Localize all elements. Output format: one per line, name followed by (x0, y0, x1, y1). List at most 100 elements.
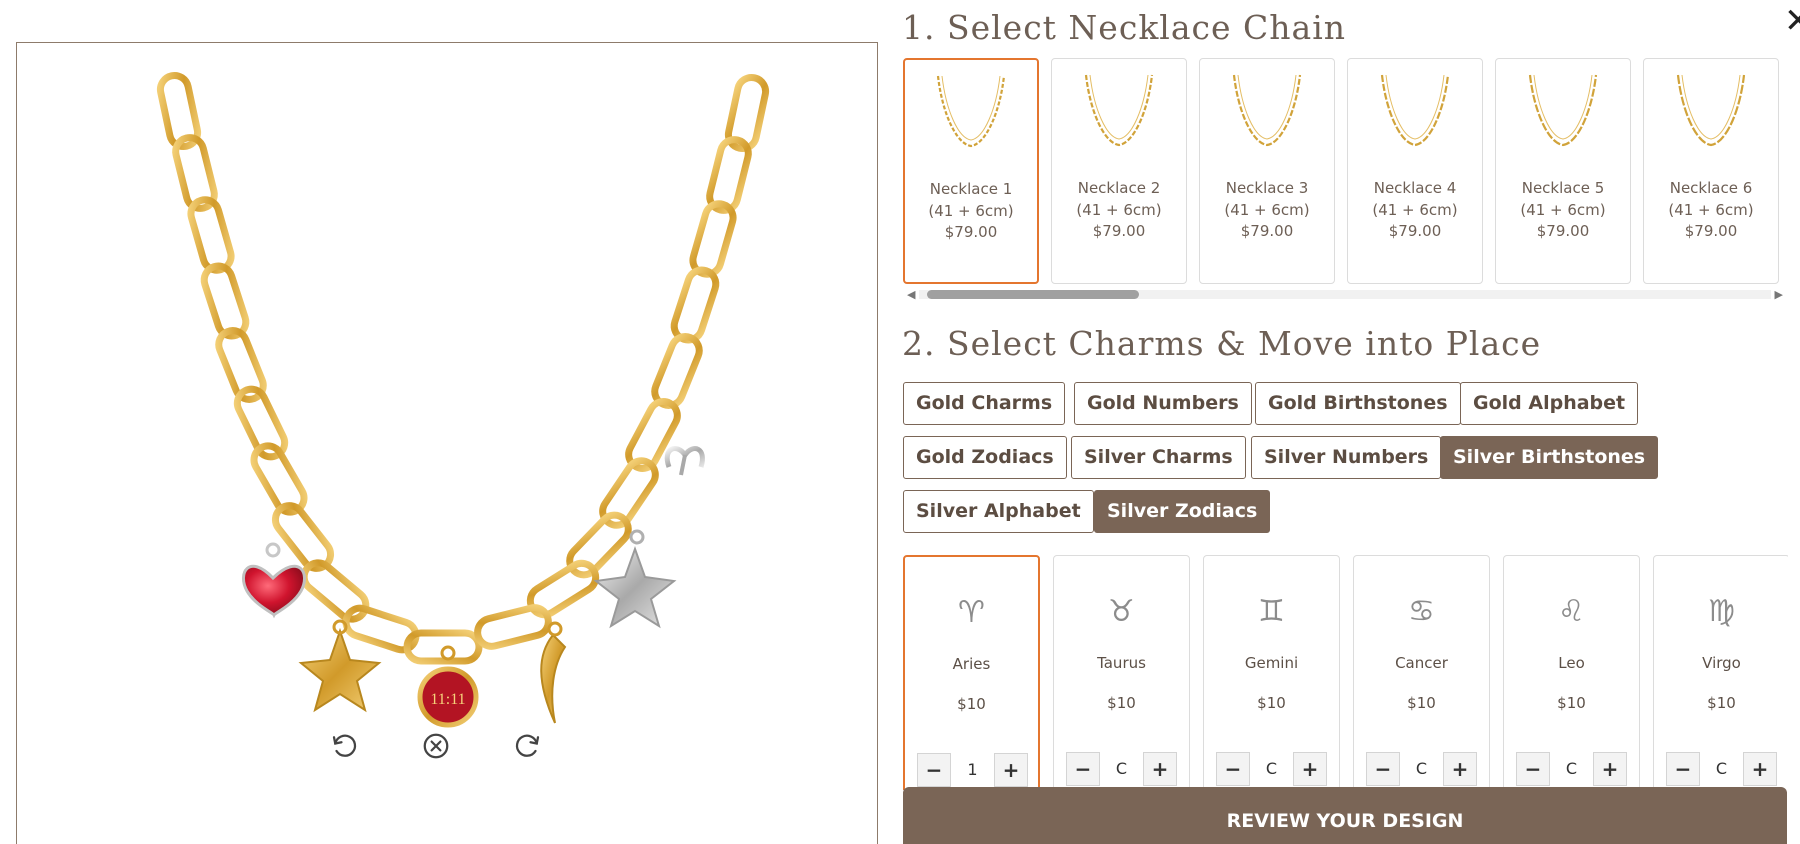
preview-toolbar (17, 729, 877, 769)
chain-name: Necklace 4 (41 + 6cm) (1372, 179, 1458, 219)
decrease-quantity-button[interactable]: − (1366, 752, 1400, 786)
charm-name: Aries (952, 655, 991, 673)
chain-price: $79.00 (1240, 222, 1294, 240)
charm-price: $10 (1407, 694, 1436, 712)
charm-price: $10 (1257, 694, 1286, 712)
category-tab-gold-alphabet[interactable]: Gold Alphabet (1460, 382, 1639, 425)
quantity-stepper: − C + (1516, 752, 1627, 788)
decrease-quantity-button[interactable]: − (1216, 752, 1250, 786)
decrease-quantity-button[interactable]: − (917, 753, 951, 787)
quantity-stepper: − 1 + (917, 753, 1028, 789)
gold-horn-charm[interactable] (540, 621, 567, 724)
chain-name: Necklace 3 (41 + 6cm) (1224, 179, 1310, 219)
category-tab-gold-numbers[interactable]: Gold Numbers (1074, 382, 1252, 425)
chain-name: Necklace 2 (41 + 6cm) (1076, 179, 1162, 219)
chain-link (670, 266, 720, 344)
charm-price: $10 (1557, 694, 1586, 712)
charm-name: Cancer (1395, 654, 1448, 672)
review-design-button[interactable]: REVIEW YOUR DESIGN (903, 787, 1787, 844)
chain-link (689, 200, 737, 278)
decrease-quantity-button[interactable]: − (1666, 752, 1700, 786)
quantity-value[interactable]: 1 (951, 753, 994, 787)
chain-option-card[interactable]: Necklace 2 (41 + 6cm) $79.00 (1051, 58, 1187, 284)
charm-grid: ♈ Aries $10 − 1 + ♉ Taurus $10 − C + ♊ G… (903, 555, 1788, 790)
category-tab-gold-charms[interactable]: Gold Charms (903, 382, 1066, 425)
increase-quantity-button[interactable]: + (1143, 752, 1177, 786)
increase-quantity-button[interactable]: + (994, 753, 1028, 787)
charm-card-taurus[interactable]: ♉ Taurus $10 − C + (1053, 555, 1190, 790)
chain-option-card[interactable]: Necklace 4 (41 + 6cm) $79.00 (1347, 58, 1483, 284)
chain-link (474, 604, 552, 650)
chain-price: $79.00 (944, 223, 998, 241)
increase-quantity-button[interactable]: + (1743, 752, 1777, 786)
gemini-zodiac-icon: ♊ (1258, 594, 1285, 629)
category-tab-silver-charms[interactable]: Silver Charms (1071, 436, 1246, 479)
quantity-stepper: − C + (1666, 752, 1777, 788)
decrease-quantity-button[interactable]: − (1066, 752, 1100, 786)
quantity-value[interactable]: C (1250, 752, 1293, 786)
quantity-stepper: − C + (1366, 752, 1477, 788)
silver-aries-charm[interactable] (664, 446, 705, 476)
charm-card-cancer[interactable]: ♋ Cancer $10 − C + (1353, 555, 1490, 790)
charm-card-leo[interactable]: ♌ Leo $10 − C + (1503, 555, 1640, 790)
charm-card-aries[interactable]: ♈ Aries $10 − 1 + (903, 555, 1040, 790)
quantity-value[interactable]: C (1700, 752, 1743, 786)
chain-link (200, 262, 250, 340)
charm-price: $10 (1107, 694, 1136, 712)
redo-icon[interactable] (511, 729, 545, 763)
category-tab-silver-zodiacs[interactable]: Silver Zodiacs (1094, 490, 1271, 533)
chain-option-card[interactable]: Necklace 5 (41 + 6cm) $79.00 (1495, 58, 1631, 284)
aries-zodiac-icon: ♈ (958, 595, 985, 630)
chain-link (566, 511, 632, 579)
chain-thumbnail-icon (1528, 74, 1598, 147)
increase-quantity-button[interactable]: + (1443, 752, 1477, 786)
chain-option-card[interactable]: Necklace 1 (41 + 6cm) $79.00 (903, 58, 1039, 284)
charm-card-virgo[interactable]: ♍ Virgo $10 − C + (1653, 555, 1788, 790)
chain-price: $79.00 (1684, 222, 1738, 240)
chain-thumbnail-icon (1676, 74, 1746, 147)
category-tab-gold-birthstones[interactable]: Gold Birthstones (1255, 382, 1461, 425)
quantity-value[interactable]: C (1100, 752, 1143, 786)
increase-quantity-button[interactable]: + (1593, 752, 1627, 786)
chain-scrollbar[interactable]: ◀ ▶ (905, 287, 1785, 301)
virgo-zodiac-icon: ♍ (1708, 594, 1735, 629)
gold-starfish-charm[interactable] (298, 619, 382, 713)
category-tab-silver-alphabet[interactable]: Silver Alphabet (903, 490, 1094, 533)
charm-card-gemini[interactable]: ♊ Gemini $10 − C + (1203, 555, 1340, 790)
cancer-zodiac-icon: ♋ (1408, 594, 1435, 629)
increase-quantity-button[interactable]: + (1293, 752, 1327, 786)
chain-thumbnail-icon (1380, 74, 1450, 147)
silver-starfish-charm[interactable] (593, 529, 677, 629)
necklace-illustration: 11:11 (156, 71, 770, 728)
scroll-left-icon[interactable]: ◀ (907, 288, 915, 301)
category-tab-gold-zodiacs[interactable]: Gold Zodiacs (903, 436, 1067, 479)
category-tab-silver-birthstones[interactable]: Silver Birthstones (1440, 436, 1659, 479)
chain-price: $79.00 (1388, 222, 1442, 240)
necklace-preview-canvas[interactable]: 11:11 (16, 42, 878, 844)
quantity-value[interactable]: C (1550, 752, 1593, 786)
chain-link (300, 559, 370, 623)
charm-price: $10 (1707, 694, 1736, 712)
chain-carousel[interactable]: Necklace 1 (41 + 6cm) $79.00 Necklace 2 … (903, 58, 1788, 286)
chain-section-title: 1. Select Necklace Chain (902, 8, 1347, 47)
quantity-value[interactable]: C (1400, 752, 1443, 786)
chain-option-card[interactable]: Necklace 6 (41 + 6cm) $79.00 (1643, 58, 1779, 284)
close-icon[interactable]: ✕ (1784, 4, 1800, 38)
chain-name: Necklace 1 (41 + 6cm) (928, 180, 1014, 220)
charm-name: Gemini (1244, 654, 1299, 672)
category-tab-silver-numbers[interactable]: Silver Numbers (1251, 436, 1442, 479)
chain-option-card[interactable]: Necklace 3 (41 + 6cm) $79.00 (1199, 58, 1335, 284)
scroll-right-icon[interactable]: ▶ (1775, 288, 1783, 301)
charms-section-title: 2. Select Charms & Move into Place (902, 324, 1542, 363)
scrollbar-thumb[interactable] (927, 290, 1139, 299)
coin-text: 11:11 (430, 691, 465, 708)
chain-thumbnail-icon (1232, 74, 1302, 147)
chain-name: Necklace 6 (41 + 6cm) (1668, 179, 1754, 219)
taurus-zodiac-icon: ♉ (1108, 594, 1135, 629)
quantity-stepper: − C + (1216, 752, 1327, 788)
charm-name: Leo (1558, 654, 1585, 672)
decrease-quantity-button[interactable]: − (1516, 752, 1550, 786)
chain-thumbnail-icon (936, 75, 1006, 148)
clear-icon[interactable] (419, 729, 453, 763)
undo-icon[interactable] (327, 729, 361, 763)
